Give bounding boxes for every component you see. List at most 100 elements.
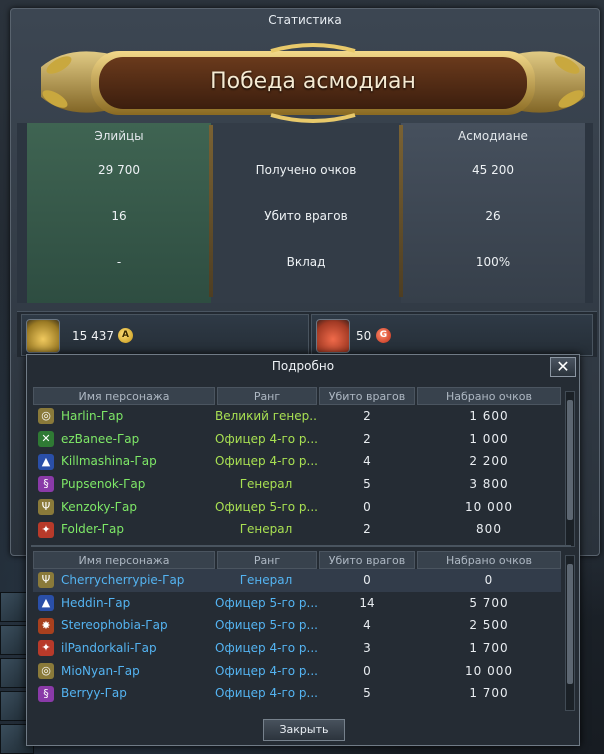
table-row[interactable]: ▲ Killmashina-Гар Офицер 4-го р... 4 2 200 — [33, 450, 561, 473]
player-kills: 2 — [363, 522, 371, 537]
sorcerer-icon: ▲ — [38, 453, 54, 470]
elyos-table: Имя персонажа Ранг Убито врагов Набрано … — [33, 387, 561, 541]
window-title: Статистика — [268, 13, 342, 27]
player-kills: 2 — [363, 431, 371, 446]
table-row[interactable]: ◎ MioNyan-Гар Офицер 4-го р... 0 10 000 — [33, 660, 561, 683]
player-kills: 0 — [363, 663, 371, 678]
class-icon-cell: § — [35, 473, 57, 496]
elyos-scrollbar[interactable] — [565, 391, 575, 547]
victory-banner: Победа асмодиан — [31, 37, 595, 129]
player-rank: Офицер 4-го р... — [215, 663, 317, 678]
player-points: 1 000 — [469, 431, 509, 446]
table-row[interactable]: ✕ ezBanee-Гар Офицер 4-го р... 2 1 000 — [33, 428, 561, 451]
table-row[interactable]: ▲ Heddin-Гар Офицер 5-го р... 14 5 700 — [33, 592, 561, 615]
header-name[interactable]: Имя персонажа — [33, 551, 215, 569]
cleric-icon: Ψ — [38, 499, 54, 516]
header-rank[interactable]: Ранг — [217, 387, 317, 405]
player-points: 2 500 — [469, 618, 509, 633]
player-name: Killmashina-Гар — [61, 454, 157, 469]
asmodian-contribution: 100% — [475, 255, 511, 269]
player-kills: 0 — [363, 499, 371, 514]
asmodian-kills: 26 — [485, 209, 501, 223]
player-rank: Генерал — [239, 477, 293, 492]
player-rank: Генерал — [239, 522, 293, 537]
row-label-kills: Убито врагов — [264, 209, 348, 223]
details-window: Подробно ✕ Имя персонажа Ранг Убито враг… — [26, 354, 580, 746]
table-row[interactable]: § Pupsenok-Гар Генерал 5 3 800 — [33, 473, 561, 496]
close-icon[interactable]: ✕ — [550, 357, 576, 377]
player-points: 800 — [476, 522, 502, 537]
player-points: 2 200 — [469, 454, 509, 469]
player-kills: 4 — [363, 618, 371, 633]
player-name: ezBanee-Гар — [61, 431, 140, 446]
class-icon-cell: ▲ — [35, 450, 57, 473]
table-header: Имя персонажа Ранг Убито врагов Набрано … — [33, 387, 561, 405]
ap-potion-icon[interactable] — [26, 319, 60, 353]
table-row[interactable]: Ψ Cherrycherrypie-Гар Генерал 0 0 — [33, 569, 561, 592]
class-icon-cell: ▲ — [35, 592, 57, 615]
player-rank: Генерал — [239, 573, 293, 587]
gp-reward: 50 G — [311, 314, 593, 356]
player-points: 5 700 — [469, 595, 509, 610]
table-row[interactable]: § Berryy-Гар Офицер 4-го р... 5 1 700 — [33, 682, 561, 705]
score-table: Элийцы Асмодиане 29 700 Получено очков 4… — [17, 123, 593, 303]
close-button[interactable]: Закрыть — [263, 719, 345, 741]
table-header: Имя персонажа Ранг Убито врагов Набрано … — [33, 551, 561, 569]
player-points: 10 000 — [465, 663, 513, 678]
player-kills: 2 — [363, 409, 371, 423]
player-rank: Офицер 4-го р... — [215, 686, 317, 701]
player-points: 1 700 — [469, 641, 509, 656]
table-row[interactable]: ✦ ilPandorkali-Гар Офицер 4-го р... 3 1 700 — [33, 637, 561, 660]
asmodian-scrollbar[interactable] — [565, 555, 575, 711]
header-name[interactable]: Имя персонажа — [33, 387, 215, 405]
class-icon-cell: ✦ — [35, 637, 57, 660]
player-name: Cherrycherrypie-Гар — [61, 573, 185, 587]
player-points: 3 800 — [469, 477, 509, 492]
header-kills[interactable]: Убито врагов — [319, 551, 415, 569]
ap-reward: 15 437 A — [21, 314, 309, 356]
player-kills: 5 — [363, 686, 371, 701]
divider — [31, 545, 571, 547]
class-icon-cell: ✸ — [35, 614, 57, 637]
table-row[interactable]: ✦ Folder-Гар Генерал 2 800 — [33, 518, 561, 541]
scroll-thumb[interactable] — [567, 564, 573, 684]
class-icon-cell: § — [35, 682, 57, 705]
header-kills[interactable]: Убито врагов — [319, 387, 415, 405]
table-row[interactable]: ◎ Harlin-Гар Великий генер... 2 1 600 — [33, 405, 561, 428]
asmodian-header: Асмодиане — [458, 129, 528, 143]
banner-title: Победа асмодиан — [210, 69, 416, 94]
gladiator-icon: ✸ — [38, 617, 54, 634]
spiritmaster-icon: § — [38, 685, 54, 702]
templar-icon: ◎ — [38, 408, 54, 425]
row-label-contribution: Вклад — [286, 255, 326, 269]
player-rank: Офицер 4-го р... — [215, 454, 317, 469]
player-name: Harlin-Гар — [61, 409, 124, 423]
player-name: Folder-Гар — [61, 522, 124, 537]
table-row[interactable]: Ψ Kenzoky-Гар Офицер 5-го р... 0 10 000 — [33, 496, 561, 519]
player-rank: Великий генер... — [215, 409, 317, 423]
scroll-thumb[interactable] — [567, 400, 573, 520]
gp-value: 50 — [356, 329, 372, 343]
player-kills: 0 — [363, 573, 371, 587]
elyos-points: 29 700 — [98, 163, 140, 177]
elyos-contribution: - — [116, 255, 122, 269]
header-rank[interactable]: Ранг — [217, 551, 317, 569]
player-kills: 4 — [363, 454, 371, 469]
asmodian-points: 45 200 — [472, 163, 514, 177]
gp-potion-icon[interactable] — [316, 319, 350, 353]
templar-icon: ◎ — [38, 663, 54, 680]
header-points[interactable]: Набрано очков — [417, 551, 561, 569]
sorcerer-icon: ▲ — [38, 595, 54, 612]
player-name: Heddin-Гар — [61, 595, 131, 610]
table-row[interactable]: ✸ Stereophobia-Гар Офицер 5-го р... 4 2 500 — [33, 614, 561, 637]
cleric-icon: Ψ — [38, 572, 54, 589]
spiritmaster-icon: § — [38, 476, 54, 493]
header-points[interactable]: Набрано очков — [417, 387, 561, 405]
player-points: 1 700 — [469, 686, 509, 701]
class-icon-cell: Ψ — [35, 569, 57, 592]
glory-point-icon: G — [376, 328, 391, 343]
player-name: MioNyan-Гар — [61, 663, 140, 678]
class-icon-cell: ✦ — [35, 518, 57, 541]
player-rank: Офицер 5-го р... — [215, 595, 317, 610]
player-name: Stereophobia-Гар — [61, 618, 168, 633]
